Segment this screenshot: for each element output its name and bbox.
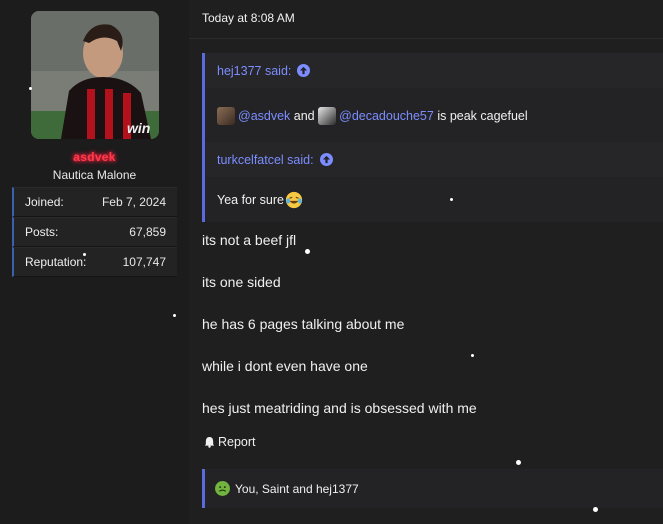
and-word: and [293,108,315,123]
avatar-image: win [31,11,159,139]
stat-label: Posts: [25,225,59,239]
post-content: Today at 8:08 AM hej1377 said: @asdvek a… [189,0,663,524]
stat-label: Reputation: [25,255,87,269]
quote-header[interactable]: turkcelfatcel said: [205,142,663,177]
reactions-text[interactable]: You, Saint and hej1377 [235,482,359,496]
quote-author[interactable]: hej1377 said: [217,64,291,78]
mention-link[interactable]: @asdvek [238,109,290,123]
sick-face-icon [215,481,230,496]
stat-reputation: Reputation: 107,747 [12,247,177,277]
laughing-emoji-icon [285,191,303,208]
snow-dot [305,249,310,254]
quote-block-1: hej1377 said: @asdvek and @decadouche57 … [202,53,663,143]
quote-body: Yea for sure [205,177,663,222]
snow-dot [29,87,32,90]
svg-text:win: win [127,120,150,136]
post-line: he has 6 pages talking about me [202,316,405,332]
arrow-up-icon[interactable] [319,153,333,166]
quote-text: Yea for sure [217,192,284,207]
username[interactable]: asdvek [0,150,189,164]
stat-value: 107,747 [122,255,166,269]
post-line: its one sided [202,274,281,290]
arrow-up-icon[interactable] [297,64,311,77]
post-line: hes just meatriding and is obsessed with… [202,400,477,416]
stat-joined: Joined: Feb 7, 2024 [12,187,177,217]
user-avatar[interactable]: win [31,11,159,139]
quote-author[interactable]: turkcelfatcel said: [217,153,314,167]
user-title: Nautica Malone [52,168,137,182]
report-button[interactable]: Report [204,435,256,449]
quote-text: is peak cagefuel [437,108,528,123]
quote-body: @asdvek and @decadouche57 is peak cagefu… [205,88,663,143]
snow-dot [593,507,598,512]
report-label: Report [218,435,256,449]
snow-dot [516,460,521,465]
user-stats: Joined: Feb 7, 2024 Posts: 67,859 Reputa… [12,187,177,277]
snow-dot [471,354,474,357]
mini-avatar [318,106,337,125]
stat-value: 67,859 [129,225,166,239]
snow-dot [450,198,453,201]
snow-dot [83,253,86,256]
quote-block-2: turkcelfatcel said: Yea for sure [202,142,663,222]
bell-icon [204,436,215,448]
divider [189,38,663,39]
reactions-bar[interactable]: You, Saint and hej1377 [202,469,663,508]
user-sidebar: win asdvek Nautica Malone Joined: Feb 7,… [0,0,189,524]
mention-link[interactable]: @decadouche57 [339,109,434,123]
post-line: while i dont even have one [202,358,368,374]
snow-dot [173,314,176,317]
quote-header[interactable]: hej1377 said: [205,53,663,88]
stat-label: Joined: [25,195,64,209]
post-timestamp[interactable]: Today at 8:08 AM [202,11,295,25]
post-line: its not a beef jfl [202,232,297,248]
stat-value: Feb 7, 2024 [101,195,166,209]
mini-avatar [217,106,235,125]
stat-posts: Posts: 67,859 [12,217,177,247]
